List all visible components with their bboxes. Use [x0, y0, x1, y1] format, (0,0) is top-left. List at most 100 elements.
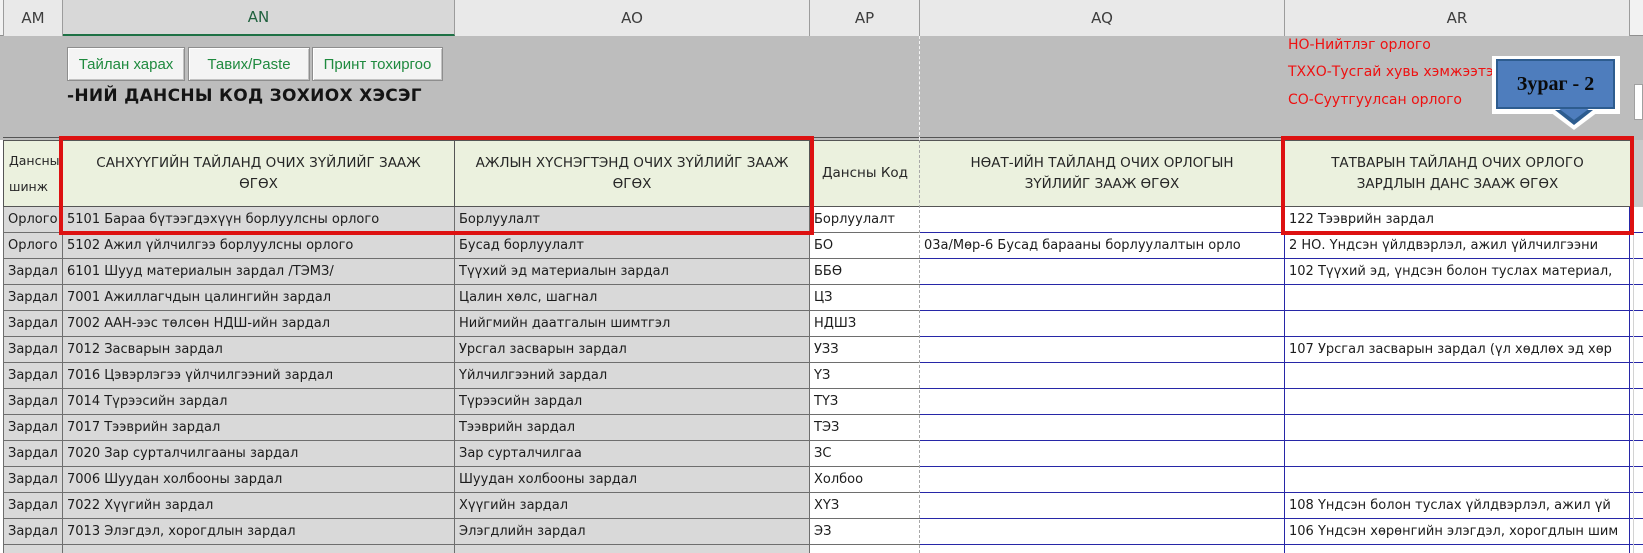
cell-type-r7[interactable]: Зардал — [3, 363, 63, 389]
cell-vat-r8[interactable] — [920, 389, 1285, 415]
cell-work-r5[interactable]: Нийгмийн даатгалын шимтгэл — [455, 311, 810, 337]
cell-tax-r11[interactable] — [1285, 467, 1630, 493]
cell-code-r3[interactable]: ББӨ — [810, 259, 920, 285]
cell-work-r13[interactable]: Элэгдлийн зардал — [455, 519, 810, 545]
cell-sliver-r2[interactable] — [1630, 233, 1643, 259]
cell-fin-r8[interactable]: 7014 Түрээсийн зардал — [63, 389, 455, 415]
cell-fin-r13[interactable]: 7013 Элэгдэл, хорогдлын зардал — [63, 519, 455, 545]
cell-code-r11[interactable]: Холбоо — [810, 467, 920, 493]
column-header-AO[interactable]: AO — [455, 0, 810, 36]
cell-code-r14[interactable] — [810, 545, 920, 553]
header-account-type[interactable]: Дансны шинж — [3, 140, 63, 207]
cell-tax-r9[interactable] — [1285, 415, 1630, 441]
cell-tax-r10[interactable] — [1285, 441, 1630, 467]
cell-vat-r9[interactable] — [920, 415, 1285, 441]
cell-vat-r14[interactable] — [920, 545, 1285, 553]
cell-type-r4[interactable]: Зардал — [3, 285, 63, 311]
cell-vat-r5[interactable] — [920, 311, 1285, 337]
cell-code-r9[interactable]: ТЭЗ — [810, 415, 920, 441]
cell-type-r12[interactable]: Зардал — [3, 493, 63, 519]
cell-work-r11[interactable]: Шуудан холбооны зардал — [455, 467, 810, 493]
cell-tax-r12[interactable]: 108 Үндсэн болон туслах үйлдвэрлэл, ажил… — [1285, 493, 1630, 519]
cell-fin-r4[interactable]: 7001 Ажиллагчдын цалингийн зардал — [63, 285, 455, 311]
figure-callout[interactable]: Зураг - 2 — [1496, 59, 1615, 109]
cell-sliver-r12[interactable] — [1630, 493, 1643, 519]
cell-type-r3[interactable]: Зардал — [3, 259, 63, 285]
cell-vat-r11[interactable] — [920, 467, 1285, 493]
cell-fin-r11[interactable]: 7006 Шуудан холбооны зардал — [63, 467, 455, 493]
cell-sliver-r9[interactable] — [1630, 415, 1643, 441]
cell-sliver-r7[interactable] — [1630, 363, 1643, 389]
cell-fin-r1[interactable]: 5101 Бараа бүтээгдэхүүн борлуулсны орлог… — [63, 207, 455, 233]
cell-work-r7[interactable]: Үйлчилгээний зардал — [455, 363, 810, 389]
cell-sliver-r14[interactable] — [1630, 545, 1643, 553]
cell-tax-r6[interactable]: 107 Урсгал засварын зардал (үл хөдлөх эд… — [1285, 337, 1630, 363]
cell-tax-r2[interactable]: 2 НО. Үндсэн үйлдвэрлэл, ажил үйлчилгээн… — [1285, 233, 1630, 259]
cell-code-r7[interactable]: ҮЗ — [810, 363, 920, 389]
cell-work-r2[interactable]: Бусад борлуулалт — [455, 233, 810, 259]
cell-type-r6[interactable]: Зардал — [3, 337, 63, 363]
cell-sliver-r6[interactable] — [1630, 337, 1643, 363]
cell-fin-r10[interactable]: 7020 Зар сурталчилгааны зардал — [63, 441, 455, 467]
print-settings-button[interactable]: Принт тохиргоо — [312, 47, 443, 81]
header-fin-report[interactable]: САНХҮҮГИЙН ТАЙЛАНД ОЧИХ ЗҮЙЛИЙГ ЗААЖ ӨГӨ… — [63, 140, 455, 207]
header-vat-report[interactable]: НӨАТ-ИЙН ТАЙЛАНД ОЧИХ ОРЛОГЫН ЗҮЙЛИЙГ ЗА… — [920, 140, 1285, 207]
cell-work-r1[interactable]: Борлуулалт — [455, 207, 810, 233]
header-account-code[interactable]: Дансны Код — [810, 140, 920, 207]
cell-type-r5[interactable]: Зардал — [3, 311, 63, 337]
column-header-AQ[interactable]: AQ — [920, 0, 1285, 36]
cell-type-r1[interactable]: Орлого — [3, 207, 63, 233]
cell-type-r14[interactable] — [3, 545, 63, 553]
cell-fin-r12[interactable]: 7022 Хүүгийн зардал — [63, 493, 455, 519]
cell-tax-r3[interactable]: 102 Түүхий эд, үндсэн болон туслах матер… — [1285, 259, 1630, 285]
cell-work-r8[interactable]: Түрээсийн зардал — [455, 389, 810, 415]
cell-tax-r4[interactable] — [1285, 285, 1630, 311]
cell-fin-r2[interactable]: 5102 Ажил үйлчилгээ борлуулсны орлого — [63, 233, 455, 259]
cell-code-r12[interactable]: ХҮЗ — [810, 493, 920, 519]
cell-sliver-r13[interactable] — [1630, 519, 1643, 545]
cell-code-r13[interactable]: ЭЗ — [810, 519, 920, 545]
cell-tax-r5[interactable] — [1285, 311, 1630, 337]
column-header-AR[interactable]: AR — [1285, 0, 1630, 36]
cell-sliver-r5[interactable] — [1630, 311, 1643, 337]
cell-fin-r7[interactable]: 7016 Цэвэрлэгээ үйлчилгээний зардал — [63, 363, 455, 389]
cell-code-r5[interactable]: НДШЗ — [810, 311, 920, 337]
cell-sliver-r3[interactable] — [1630, 259, 1643, 285]
cell-vat-r6[interactable] — [920, 337, 1285, 363]
cell-fin-r14[interactable] — [63, 545, 455, 553]
cell-sliver-r1[interactable] — [1630, 207, 1643, 233]
cell-code-r8[interactable]: ТҮЗ — [810, 389, 920, 415]
cell-work-r10[interactable]: Зар сурталчилгаа — [455, 441, 810, 467]
cell-work-r6[interactable]: Урсгал засварын зардал — [455, 337, 810, 363]
cell-work-r9[interactable]: Тээврийн зардал — [455, 415, 810, 441]
column-header-AN[interactable]: AN — [63, 0, 455, 36]
cell-type-r2[interactable]: Орлого — [3, 233, 63, 259]
cell-sliver-r10[interactable] — [1630, 441, 1643, 467]
cell-vat-r4[interactable] — [920, 285, 1285, 311]
cell-vat-r13[interactable] — [920, 519, 1285, 545]
cell-fin-r5[interactable]: 7002 ААН-ээс төлсөн НДШ-ийн зардал — [63, 311, 455, 337]
cell-vat-r2[interactable]: 03а/Мөр-6 Бусад барааны борлуулалтын орл… — [920, 233, 1285, 259]
cell-code-r6[interactable]: УЗЗ — [810, 337, 920, 363]
cell-tax-r14[interactable] — [1285, 545, 1630, 553]
cell-sliver-r4[interactable] — [1630, 285, 1643, 311]
paste-button[interactable]: Тавих/Paste — [188, 47, 310, 81]
column-header-AP[interactable]: AP — [810, 0, 920, 36]
cell-type-r8[interactable]: Зардал — [3, 389, 63, 415]
cell-vat-r12[interactable] — [920, 493, 1285, 519]
cell-tax-r8[interactable] — [1285, 389, 1630, 415]
cell-type-r11[interactable]: Зардал — [3, 467, 63, 493]
cell-sliver-r8[interactable] — [1630, 389, 1643, 415]
report-view-button[interactable]: Тайлан харах — [67, 47, 185, 81]
cell-code-r4[interactable]: ЦЗ — [810, 285, 920, 311]
cell-type-r9[interactable]: Зардал — [3, 415, 63, 441]
cell-type-r13[interactable]: Зардал — [3, 519, 63, 545]
cell-vat-r1[interactable] — [920, 207, 1285, 233]
cell-vat-r7[interactable] — [920, 363, 1285, 389]
cell-fin-r9[interactable]: 7017 Тээврийн зардал — [63, 415, 455, 441]
cell-code-r2[interactable]: БО — [810, 233, 920, 259]
cell-tax-r1[interactable]: 122 Тээврийн зардал — [1285, 207, 1630, 233]
header-work-sheet[interactable]: АЖЛЫН ХҮСНЭГТЭНД ОЧИХ ЗҮЙЛИЙГ ЗААЖ ӨГӨХ — [455, 140, 810, 207]
header-tax-report[interactable]: ТАТВАРЫН ТАЙЛАНД ОЧИХ ОРЛОГО ЗАРДЛЫН ДАН… — [1285, 140, 1631, 207]
cell-tax-r7[interactable] — [1285, 363, 1630, 389]
